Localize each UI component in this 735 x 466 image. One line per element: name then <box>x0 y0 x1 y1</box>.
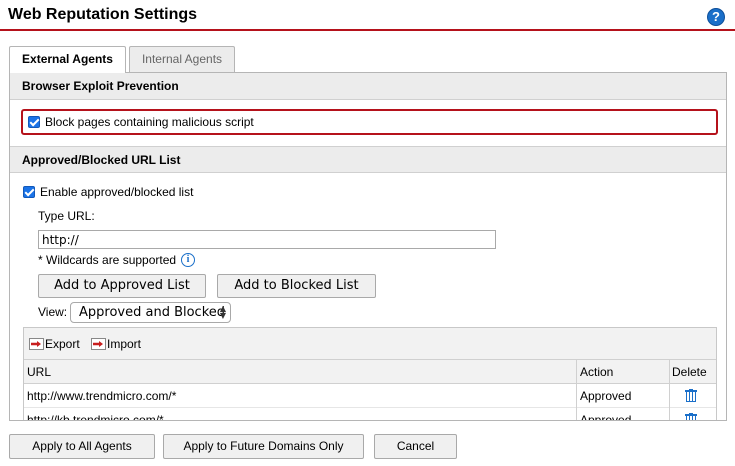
block-malicious-script-label: Block pages containing malicious script <box>45 115 254 129</box>
url-list-table: Export Import URL Action Delete http://w… <box>23 327 717 421</box>
export-link[interactable]: Export <box>45 337 80 351</box>
column-divider <box>576 360 577 420</box>
wildcard-note: * Wildcards are supported <box>38 253 177 267</box>
block-malicious-script-row: Block pages containing malicious script <box>21 109 718 135</box>
tab-internal-agents[interactable]: Internal Agents <box>129 46 235 72</box>
column-header-delete: Delete <box>672 365 707 379</box>
table-toolbar: Export Import <box>24 328 716 360</box>
export-icon[interactable] <box>29 338 44 350</box>
view-select[interactable]: Approved and Blocked ▲ ▼ <box>70 302 231 323</box>
settings-panel: Browser Exploit Prevention Block pages c… <box>9 72 727 421</box>
url-list-section-title: Approved/Blocked URL List <box>10 146 726 173</box>
browser-exploit-section-title: Browser Exploit Prevention <box>10 73 726 100</box>
view-label: View: <box>38 305 68 319</box>
add-blocked-button[interactable]: Add to Blocked List <box>217 274 376 298</box>
trash-icon[interactable] <box>685 389 697 402</box>
cancel-button[interactable]: Cancel <box>374 434 457 459</box>
column-header-action[interactable]: Action <box>580 365 613 379</box>
column-header-url[interactable]: URL <box>27 365 51 379</box>
row-action: Approved <box>580 389 632 403</box>
enable-list-label: Enable approved/blocked list <box>40 185 194 199</box>
apply-future-domains-button[interactable]: Apply to Future Domains Only <box>163 434 364 459</box>
type-url-label: Type URL: <box>38 209 95 223</box>
table-header: URL Action Delete <box>24 360 716 384</box>
block-malicious-script-checkbox[interactable] <box>28 116 40 128</box>
apply-all-agents-button[interactable]: Apply to All Agents <box>9 434 155 459</box>
table-row: http://www.trendmicro.com/* Approved <box>24 384 716 408</box>
import-icon[interactable] <box>91 338 106 350</box>
tab-external-agents[interactable]: External Agents <box>9 46 126 73</box>
row-url: http://kb.trendmicro.com/* <box>27 413 164 421</box>
view-selected-value: Approved and Blocked <box>79 305 226 320</box>
info-icon[interactable]: i <box>181 253 195 267</box>
column-divider <box>669 360 670 420</box>
import-link[interactable]: Import <box>107 337 141 351</box>
table-row: http://kb.trendmicro.com/* Approved <box>24 408 716 421</box>
row-action: Approved <box>580 413 632 421</box>
enable-list-checkbox[interactable] <box>23 186 35 198</box>
row-url: http://www.trendmicro.com/* <box>27 389 177 403</box>
help-icon[interactable]: ? <box>707 8 725 26</box>
trash-icon[interactable] <box>685 413 697 420</box>
page-title: Web Reputation Settings <box>8 6 198 23</box>
add-approved-button[interactable]: Add to Approved List <box>38 274 206 298</box>
page-header: Web Reputation Settings ? <box>0 0 735 31</box>
select-arrows-icon: ▲ ▼ <box>219 304 226 320</box>
url-input[interactable] <box>38 230 496 249</box>
